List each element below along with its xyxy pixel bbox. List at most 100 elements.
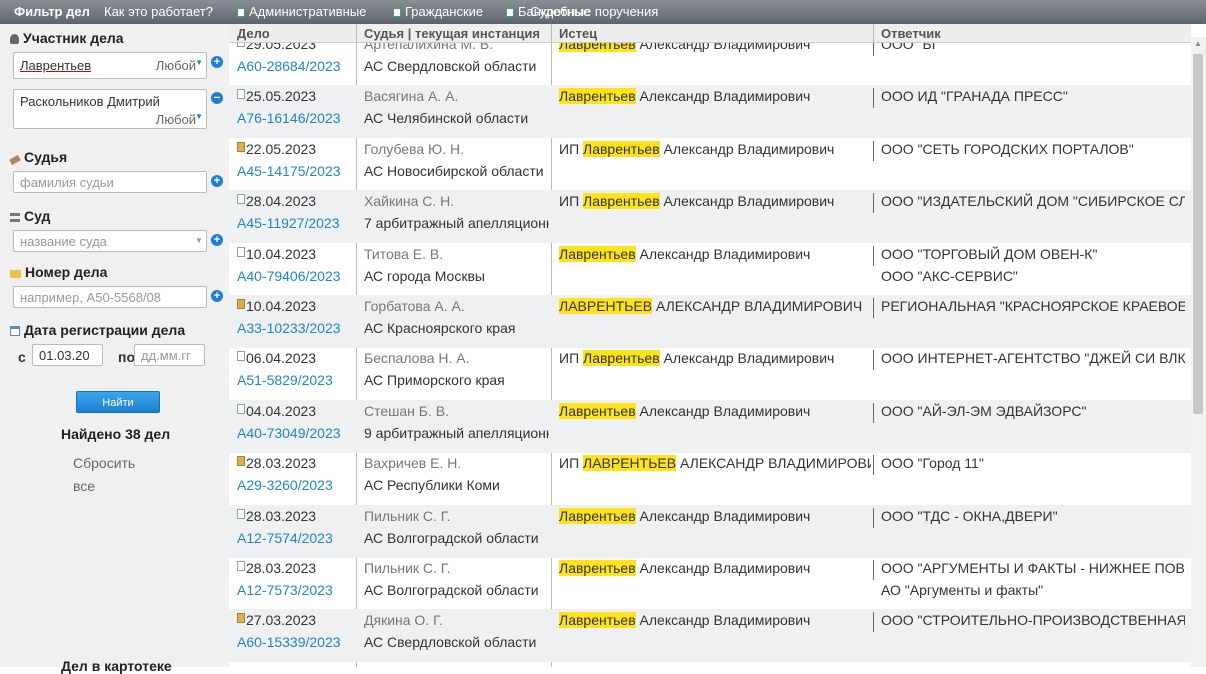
document-icon [237, 299, 245, 309]
case-date: 10.04.2023 [237, 246, 316, 262]
participant-1-role[interactable]: Любой [156, 58, 196, 73]
case-number-link[interactable]: А60-15339/2023 [237, 634, 341, 650]
scroll-thumb[interactable] [1193, 54, 1203, 414]
search-highlight: Лаврентьев [559, 508, 636, 524]
search-highlight: Лаврентьев [559, 612, 636, 628]
search-highlight: Лаврентьев [583, 350, 660, 366]
top-bar: Фильтр дел Как это работает? Администрат… [0, 0, 1206, 24]
col-case[interactable]: Дело [237, 26, 357, 41]
plaintiff: Лаврентьев Александр Владимирович [559, 560, 811, 576]
tab-court-orders[interactable]: Судебные поручения [530, 4, 658, 19]
tab-label: Административные [249, 4, 367, 19]
tab-administrative[interactable]: Административные [237, 4, 366, 19]
col-judge[interactable]: Судья | текущая инстанция [364, 26, 553, 41]
table-row[interactable]: 06.04.2023 А51-5829/2023 Беспалова Н. А. АС… [229, 347, 1191, 400]
table-row[interactable]: 04.04.2023 А40-73049/2023 Стешан Б. В. 9 ар… [229, 400, 1191, 453]
search-highlight: Лаврентьев [583, 193, 660, 209]
filter-sidebar: Участник дела Лаврентьев Любой ▼ + Раско… [0, 24, 229, 674]
document-icon [237, 89, 245, 99]
table-header: Дело Судья | текущая инстанция Истец Отв… [229, 24, 1191, 43]
defendant: ООО "АРГУМЕНТЫ И ФАКТЫ - НИЖНЕЕ ПОВОЛЖЬЕ… [881, 560, 1185, 576]
document-icon [237, 351, 245, 361]
find-button[interactable]: Найти [76, 391, 160, 413]
case-number-link[interactable]: А29-3260/2023 [237, 477, 333, 493]
court-name: АС Свердловской области [364, 58, 537, 74]
document-icon [237, 456, 245, 466]
case-number-link[interactable]: А76-16146/2023 [237, 110, 341, 126]
search-highlight: Лаврентьев [559, 43, 636, 52]
tab-label: Гражданские [405, 4, 484, 19]
col-defendant[interactable]: Ответчик [881, 26, 1181, 41]
add-court-icon[interactable]: + [211, 234, 223, 246]
scrollbar[interactable]: ▲ [1191, 37, 1206, 667]
plaintiff: ЛАВРЕНТЬЕВ АЛЕКСАНДР ВЛАДИМИРОВИЧ [559, 298, 863, 314]
participant-1-field[interactable]: Лаврентьев Любой ▼ [13, 52, 207, 79]
reset-link[interactable]: Сбросить [73, 455, 135, 471]
court-name: 9 арбитражный апелляционный суд [364, 425, 549, 441]
table-row[interactable]: 29.05.2023 А60-28684/2023 Артепалихина М. … [229, 43, 1191, 86]
table-row[interactable]: 28.03.2023 А12-7574/2023 Пильник С. Г. АС В… [229, 505, 1191, 558]
case-number-link[interactable]: А12-7573/2023 [237, 582, 333, 598]
table-row[interactable]: 25.05.2023 А76-16146/2023 Васягина А. А. АС… [229, 85, 1191, 138]
remove-participant-icon[interactable]: − [211, 92, 223, 104]
judge-name: Пильник С. Г. [364, 508, 451, 524]
calendar-icon [10, 326, 20, 336]
case-number-input[interactable]: например, А50-5568/08 [13, 286, 207, 308]
case-number-link[interactable]: А40-79406/2023 [237, 268, 341, 284]
defendant: РЕГИОНАЛЬНАЯ "КРАСНОЯРСКОЕ КРАЕВОЕ ОТДЕЛ… [881, 298, 1185, 314]
case-number-link[interactable]: А60-28684/2023 [237, 58, 341, 74]
document-icon [237, 509, 245, 519]
court-input[interactable]: название суда [13, 230, 207, 252]
court-name: АС Свердловской области [364, 634, 537, 650]
case-number-heading: Номер дела [10, 264, 107, 280]
search-highlight: Лаврентьев [559, 403, 636, 419]
col-plaintiff[interactable]: Истец [559, 26, 869, 41]
table-row[interactable]: 10.04.2023 А40-79406/2023 Титова Е. В. АС г… [229, 243, 1191, 296]
table-row[interactable]: 28.03.2023 А29-3260/2023 Вахричев Е. Н. АС … [229, 452, 1191, 505]
table-row[interactable]: 28.04.2023 А45-11927/2023 Хайкина С. Н. 7 а… [229, 190, 1191, 243]
case-number-link[interactable]: А12-7574/2023 [237, 530, 333, 546]
reg-date-heading: Дата регистрации дела [10, 322, 185, 338]
case-date: 25.05.2023 [237, 88, 316, 104]
case-number-link[interactable]: А45-14175/2023 [237, 163, 341, 179]
row-divider [873, 246, 874, 266]
court-dropdown-icon[interactable]: ▼ [195, 236, 203, 245]
reset-all-link[interactable]: все [73, 478, 95, 494]
plaintiff: ИП Лаврентьев Александр Владимирович [559, 193, 835, 209]
case-number-link[interactable]: А51-5829/2023 [237, 372, 333, 388]
row-divider [873, 560, 874, 580]
search-highlight: Лаврентьев [559, 88, 636, 104]
defendant: ООО "ТДС - ОКНА,ДВЕРИ" [881, 508, 1058, 524]
plaintiff: Лаврентьев Александр Владимирович [559, 612, 811, 628]
date-from-input[interactable]: 01.03.20 [32, 344, 103, 366]
tab-civil[interactable]: Гражданские [393, 4, 483, 19]
table-row[interactable]: 10.04.2023 А33-10233/2023 Горбатова А. А. А… [229, 295, 1191, 348]
bankruptcy-icon [506, 8, 514, 17]
document-icon [237, 194, 245, 204]
defendant: ООО "АЙ-ЭЛ-ЭМ ЭДВАЙЗОРС" [881, 403, 1087, 419]
participant-2-role[interactable]: Любой [156, 112, 196, 127]
document-icon [237, 404, 245, 414]
table-row[interactable]: 22.05.2023 А45-14175/2023 Голубева Ю. Н. АС… [229, 138, 1191, 191]
participant-2-field[interactable]: Раскольников Дмитрий Любой ▼ [13, 89, 207, 129]
add-participant-icon[interactable]: + [211, 56, 223, 68]
court-name: АС Новосибирской области [364, 163, 544, 179]
table-row[interactable]: 28.03.2023 А12-7573/2023 Пильник С. Г. АС В… [229, 557, 1191, 610]
row-divider [873, 350, 874, 370]
scroll-up-icon[interactable]: ▲ [1194, 39, 1202, 48]
date-from-label: с [18, 349, 26, 365]
add-case-number-icon[interactable]: + [211, 290, 223, 302]
case-number-link[interactable]: А45-11927/2023 [237, 215, 340, 231]
table-row[interactable]: 27.03.2023 А60-15339/2023 Дякина О. Г. АС С… [229, 609, 1191, 662]
judge-input[interactable]: фамилия судьи [13, 171, 207, 193]
add-judge-icon[interactable]: + [211, 175, 223, 187]
court-name: АС Челябинской области [364, 110, 529, 126]
court-name: АС города Москвы [364, 268, 485, 284]
case-number-link[interactable]: А33-10233/2023 [237, 320, 341, 336]
how-it-works-link[interactable]: Как это работает? [104, 4, 213, 19]
cases-in-file-cut: Дел в картотеке [61, 658, 172, 674]
date-to-input[interactable]: дд.мм.гг [134, 344, 205, 366]
case-number-link[interactable]: А40-73049/2023 [237, 425, 341, 441]
case-date: 28.03.2023 [237, 560, 316, 576]
case-date: 10.04.2023 [237, 298, 316, 314]
